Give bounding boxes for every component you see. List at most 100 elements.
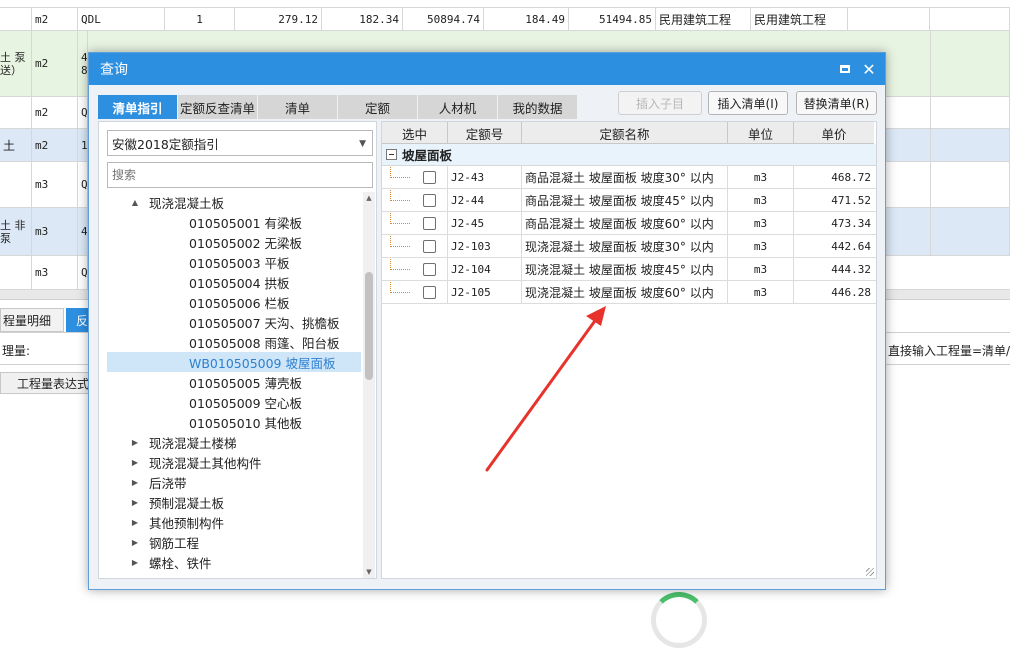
quota-unit: m3 xyxy=(728,235,794,258)
select-cell xyxy=(382,235,448,258)
close-icon[interactable]: ✕ xyxy=(859,59,879,79)
column-header[interactable]: 定额号 xyxy=(448,122,522,144)
expression-button[interactable]: 工程量表达式 xyxy=(0,372,92,394)
tree-line xyxy=(390,292,410,293)
collapsed-icon[interactable]: ▶ xyxy=(129,538,141,547)
quota-code: J2-104 xyxy=(448,258,522,281)
tab-quota-reverse[interactable]: 定额反查清单 xyxy=(178,95,257,119)
table-row[interactable]: J2-44 商品混凝土 坡屋面板 坡度45° 以内 m3 471.52 xyxy=(382,189,876,212)
tree-item[interactable]: 010505005 薄壳板 xyxy=(107,372,361,392)
collapsed-icon[interactable]: ▶ xyxy=(129,438,141,447)
tree-item[interactable]: WB010505009 坡屋面板 xyxy=(107,352,361,372)
loading-spinner-icon xyxy=(651,592,707,648)
quota-unit: m3 xyxy=(728,281,794,304)
insert-list-button[interactable]: 插入清单(I) xyxy=(708,91,788,115)
tree-line xyxy=(390,269,410,270)
quota-name: 现浇混凝土 坡屋面板 坡度60° 以内 xyxy=(522,281,728,304)
table-row[interactable]: m2 QDL 1 279.12 182.34 50894.74 184.49 5… xyxy=(0,8,1010,31)
column-header[interactable]: 定额名称 xyxy=(522,122,728,144)
tree-item-label: 螺栓、铁件 xyxy=(149,555,212,571)
tree-item[interactable]: 010505002 无梁板 xyxy=(107,232,361,252)
scroll-up-icon[interactable]: ▲ xyxy=(363,192,375,204)
table-row[interactable]: J2-105 现浇混凝土 坡屋面板 坡度60° 以内 m3 446.28 xyxy=(382,281,876,304)
table-row[interactable]: J2-45 商品混凝土 坡屋面板 坡度60° 以内 m3 473.34 xyxy=(382,212,876,235)
tree-item-label: 010505008 雨篷、阳台板 xyxy=(189,335,340,351)
row-checkbox[interactable] xyxy=(423,171,436,184)
collapsed-icon[interactable]: ▶ xyxy=(129,558,141,567)
tree-item-label: 010505002 无梁板 xyxy=(189,235,303,251)
table-row[interactable]: J2-103 现浇混凝土 坡屋面板 坡度30° 以内 m3 442.64 xyxy=(382,235,876,258)
table-row[interactable]: J2-104 现浇混凝土 坡屋面板 坡度45° 以内 m3 444.32 xyxy=(382,258,876,281)
quota-price: 473.34 xyxy=(831,217,871,230)
tree-item[interactable]: ▶ 其他预制构件 xyxy=(107,512,361,532)
collapsed-icon[interactable]: ▶ xyxy=(129,478,141,487)
dialog-titlebar[interactable]: 查询 ✕ xyxy=(89,53,885,85)
tree-item-label: 010505009 空心板 xyxy=(189,395,303,411)
tree-item[interactable]: ▶ 预制混凝土板 xyxy=(107,492,361,512)
tree-item[interactable]: 010505003 平板 xyxy=(107,252,361,272)
resize-grip-icon[interactable] xyxy=(866,568,874,576)
tab-my-data[interactable]: 我的数据 xyxy=(498,95,577,119)
tree-item[interactable]: ▶ 后浇带 xyxy=(107,472,361,492)
group-row[interactable]: 坡屋面板 xyxy=(382,144,876,166)
dialog-title: 查询 xyxy=(100,62,128,78)
tree-item[interactable]: 010505009 空心板 xyxy=(107,392,361,412)
insert-child-button[interactable]: 插入子目 xyxy=(618,91,702,115)
quota-name: 现浇混凝土 坡屋面板 坡度30° 以内 xyxy=(522,235,728,258)
tree-item-label: 010505007 天沟、挑檐板 xyxy=(189,315,340,331)
tree-item[interactable]: 010505004 拱板 xyxy=(107,272,361,292)
scroll-thumb[interactable] xyxy=(365,272,373,380)
tree-item[interactable]: ▶ 现浇混凝土其他构件 xyxy=(107,452,361,472)
row-checkbox[interactable] xyxy=(423,286,436,299)
column-header[interactable]: 单位 xyxy=(728,122,794,144)
tree-item[interactable]: 010505001 有梁板 xyxy=(107,212,361,232)
collapsed-icon[interactable]: ▶ xyxy=(129,518,141,527)
select-cell xyxy=(382,258,448,281)
quantity-label: 理量: xyxy=(2,344,31,358)
row-checkbox[interactable] xyxy=(423,263,436,276)
select-cell xyxy=(382,281,448,304)
guide-select[interactable]: 安徽2018定额指引 ▼ xyxy=(107,130,373,156)
column-header[interactable]: 单价 xyxy=(794,122,874,144)
tree-item[interactable]: ▲ 现浇混凝土板 xyxy=(107,192,361,212)
quota-name: 商品混凝土 坡屋面板 坡度45° 以内 xyxy=(522,189,728,212)
tree-scrollbar[interactable]: ▲ ▼ xyxy=(363,192,375,578)
quota-code: J2-44 xyxy=(448,189,522,212)
tab-label: 反 xyxy=(76,313,89,328)
quota-code: J2-43 xyxy=(448,166,522,189)
tree-item-label: 后浇带 xyxy=(149,475,187,491)
column-header[interactable]: 选中 xyxy=(382,122,448,144)
tab-list-guide[interactable]: 清单指引 xyxy=(98,95,177,119)
row-checkbox[interactable] xyxy=(423,240,436,253)
tree-item[interactable]: 010505008 雨篷、阳台板 xyxy=(107,332,361,352)
expanded-icon[interactable]: ▲ xyxy=(129,198,141,207)
collapsed-icon[interactable]: ▶ xyxy=(129,498,141,507)
collapsed-icon[interactable]: ▶ xyxy=(129,458,141,467)
tree-item[interactable]: ▶ 现浇混凝土楼梯 xyxy=(107,432,361,452)
group-label: 坡屋面板 xyxy=(402,148,453,163)
tree-item[interactable]: ▶ 钢筋工程 xyxy=(107,532,361,552)
table-row[interactable]: J2-43 商品混凝土 坡屋面板 坡度30° 以内 m3 468.72 xyxy=(382,166,876,189)
search-input[interactable] xyxy=(107,162,373,188)
maximize-icon[interactable] xyxy=(835,59,855,79)
tree-item[interactable]: 010505010 其他板 xyxy=(107,412,361,432)
tree-item[interactable]: 010505007 天沟、挑檐板 xyxy=(107,312,361,332)
collapse-icon[interactable] xyxy=(386,149,397,160)
select-cell xyxy=(382,189,448,212)
scroll-down-icon[interactable]: ▼ xyxy=(363,566,375,578)
tab-list[interactable]: 清单 xyxy=(258,95,337,119)
tab-reverse[interactable]: 反 xyxy=(66,308,90,332)
replace-list-button[interactable]: 替换清单(R) xyxy=(796,91,877,115)
dialog-tabs: 清单指引 定额反查清单 清单 定额 人材机 我的数据 xyxy=(98,95,578,119)
tree-item-label: 钢筋工程 xyxy=(149,535,200,551)
tree-item[interactable]: 010505006 栏板 xyxy=(107,292,361,312)
quota-code: J2-45 xyxy=(448,212,522,235)
tree-item[interactable]: ▶ 螺栓、铁件 xyxy=(107,552,361,572)
tree-line xyxy=(390,246,410,247)
tab-quantity-detail[interactable]: 程量明细 xyxy=(0,308,64,332)
tab-labor-material[interactable]: 人材机 xyxy=(418,95,497,119)
row-checkbox[interactable] xyxy=(423,194,436,207)
tab-quota[interactable]: 定额 xyxy=(338,95,417,119)
table-row xyxy=(0,0,1010,8)
row-checkbox[interactable] xyxy=(423,217,436,230)
